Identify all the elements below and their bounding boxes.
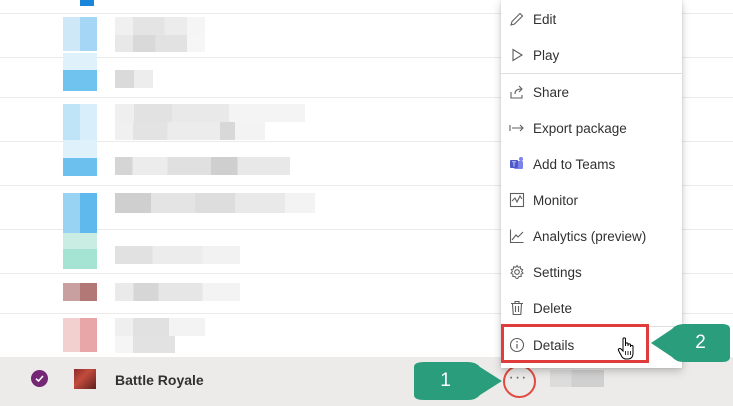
app-name-redacted [115, 246, 240, 264]
menu-item-export-package[interactable]: Export package [501, 110, 682, 146]
analytics-chart-icon [509, 229, 524, 244]
app-thumbnail [63, 193, 97, 233]
app-thumbnail [63, 104, 97, 140]
menu-item-monitor[interactable]: Monitor [501, 182, 682, 218]
menu-item-label: Monitor [533, 192, 579, 208]
app-thumbnail [63, 140, 97, 176]
app-name-redacted [115, 104, 305, 122]
callout-step-2: 2 [650, 323, 733, 363]
share-icon [510, 85, 523, 99]
menu-item-label: Export package [533, 120, 627, 136]
menu-item-label: Share [533, 84, 570, 100]
menu-item-label: Edit [533, 11, 557, 27]
checkmark-icon[interactable] [31, 370, 48, 387]
menu-item-label: Delete [533, 300, 573, 316]
play-icon [512, 48, 524, 62]
app-meta-redacted [550, 370, 604, 387]
menu-item-share[interactable]: Share [501, 74, 682, 110]
menu-item-analytics[interactable]: Analytics (preview) [501, 218, 682, 254]
menu-item-delete[interactable]: Delete [501, 290, 682, 326]
app-name[interactable]: Battle Royale [115, 372, 204, 388]
app-name-redacted [115, 336, 175, 353]
app-name-redacted [115, 122, 265, 140]
gear-icon [510, 264, 524, 279]
app-thumbnail [63, 17, 97, 51]
svg-text:T: T [512, 162, 517, 169]
export-arrow-icon [509, 124, 524, 132]
menu-item-add-to-teams[interactable]: T Add to Teams [501, 146, 682, 182]
context-menu: Edit Play Share Export package T Add to … [501, 0, 682, 368]
menu-item-label: Play [533, 47, 560, 63]
app-thumbnail [63, 318, 97, 352]
app-name-redacted [115, 193, 315, 213]
app-name-redacted [115, 318, 205, 336]
app-name-redacted [115, 283, 240, 301]
menu-item-label: Add to Teams [533, 156, 616, 172]
teams-icon: T [510, 157, 523, 169]
monitor-icon [509, 192, 525, 208]
app-thumbnail [63, 53, 97, 91]
pencil-icon [510, 12, 524, 26]
app-thumbnail [63, 233, 97, 269]
app-name-redacted [115, 35, 205, 52]
callout-number: 2 [695, 332, 706, 353]
callout-number: 1 [440, 370, 451, 391]
hand-cursor-icon [617, 337, 634, 360]
app-thumbnail [63, 283, 97, 301]
app-thumbnail [80, 0, 94, 6]
app-name-redacted [115, 70, 153, 88]
app-name-redacted [115, 17, 205, 35]
menu-item-label: Settings [533, 264, 582, 280]
callout-step-1: 1 [410, 361, 503, 401]
menu-item-play[interactable]: Play [501, 37, 682, 73]
menu-item-settings[interactable]: Settings [501, 254, 682, 290]
trash-icon [511, 300, 523, 316]
menu-item-label: Analytics (preview) [533, 228, 647, 244]
app-name-redacted [115, 157, 290, 175]
menu-item-edit[interactable]: Edit [501, 1, 682, 37]
app-thumbnail [74, 369, 96, 389]
more-options-highlight [503, 365, 536, 398]
